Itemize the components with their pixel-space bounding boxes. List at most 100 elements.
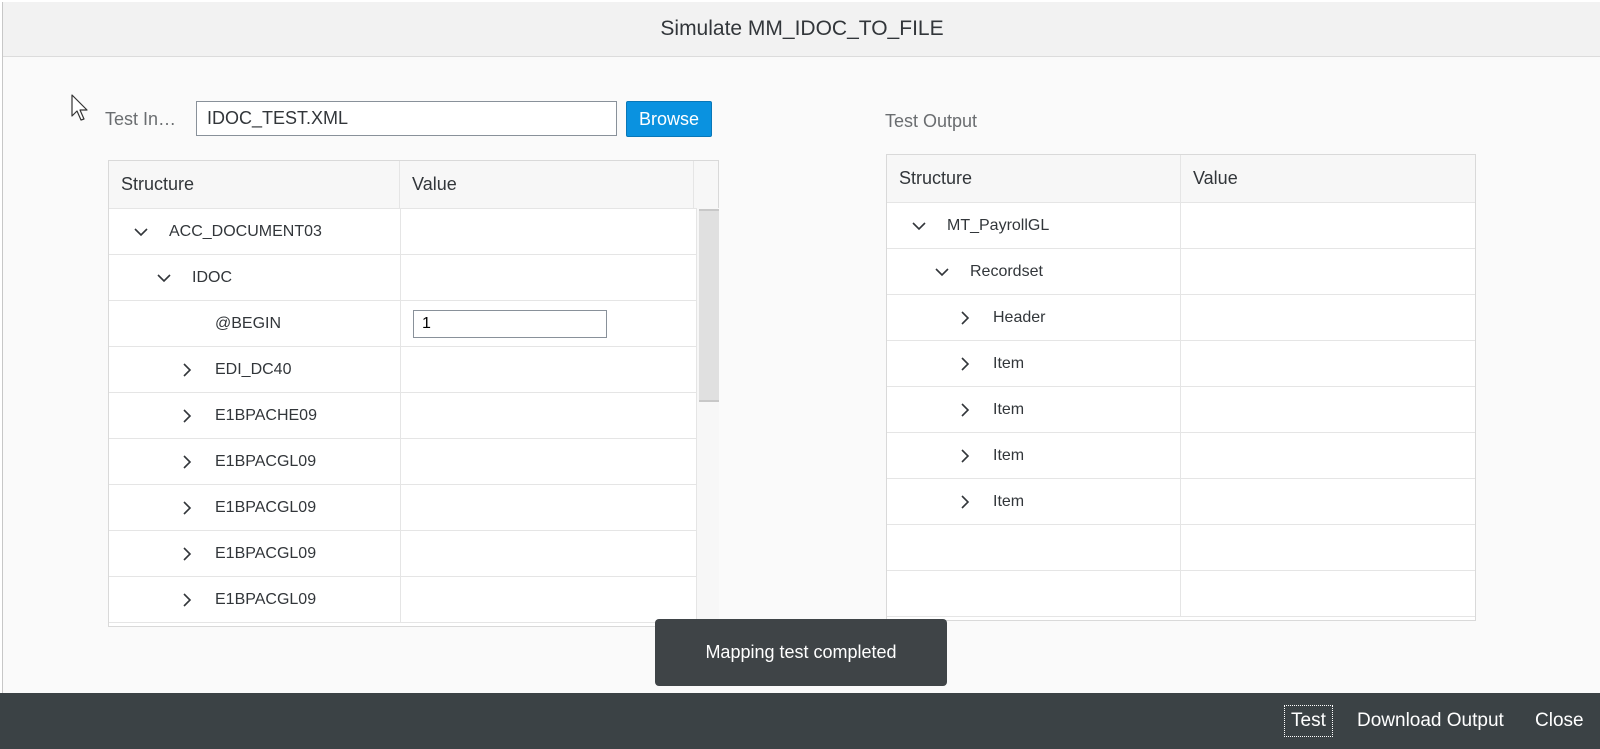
node-label: Item (993, 400, 1025, 418)
value-cell (1181, 433, 1475, 478)
value-cell (1181, 203, 1475, 248)
chevron-right-icon[interactable] (957, 310, 973, 326)
structure-cell: Item (887, 341, 1181, 386)
chevron-right-icon[interactable] (179, 454, 195, 470)
node-label: E1BPACGL09 (215, 498, 317, 516)
structure-cell: Item (887, 479, 1181, 524)
table-row[interactable]: E1BPACGL09 (109, 531, 718, 577)
test-output-table-body: MT_PayrollGL Recordset Header Item Item Item I… (887, 203, 1475, 617)
table-row[interactable]: Header (887, 295, 1475, 341)
table-row[interactable]: ACC_DOCUMENT03 (109, 209, 718, 255)
table-row[interactable]: E1BPACHE09 (109, 393, 718, 439)
value-cell (401, 577, 696, 622)
chevron-right-icon[interactable] (957, 448, 973, 464)
structure-cell: ACC_DOCUMENT03 (109, 209, 401, 254)
value-cell (1181, 479, 1475, 524)
begin-value-input[interactable] (413, 309, 607, 338)
download-output-button[interactable]: Download Output (1350, 705, 1511, 737)
node-label: IDOC (192, 268, 232, 286)
node-label: E1BPACGL09 (215, 544, 317, 562)
structure-cell (887, 571, 1181, 616)
table-row[interactable]: Item (887, 433, 1475, 479)
node-label: Item (993, 446, 1025, 464)
close-button[interactable]: Close (1528, 705, 1591, 737)
table-row[interactable]: E1BPACGL09 (109, 439, 718, 485)
chevron-right-icon[interactable] (957, 494, 973, 510)
table-row[interactable] (887, 525, 1475, 571)
value-cell (1181, 249, 1475, 294)
table-row[interactable]: Item (887, 479, 1475, 525)
structure-cell: MT_PayrollGL (887, 203, 1181, 248)
structure-column-header: Structure (887, 155, 1181, 202)
test-output-label: Test Output (885, 111, 978, 131)
chevron-right-icon[interactable] (179, 408, 195, 424)
scrollbar-thumb[interactable] (699, 209, 719, 402)
table-row[interactable]: Item (887, 387, 1475, 433)
value-cell (1181, 341, 1475, 386)
dialog-title-bar: Simulate MM_IDOC_TO_FILE (3, 2, 1600, 57)
node-label: ACC_DOCUMENT03 (169, 222, 322, 240)
structure-cell: E1BPACGL09 (109, 439, 401, 484)
toast-message: Mapping test completed (655, 619, 947, 686)
structure-cell: E1BPACGL09 (109, 531, 401, 576)
structure-column-header: Structure (109, 161, 401, 208)
chevron-right-icon[interactable] (179, 546, 195, 562)
value-cell (401, 393, 696, 438)
value-cell (401, 347, 696, 392)
table-row[interactable]: Item (887, 341, 1475, 387)
node-label: EDI_DC40 (215, 360, 292, 378)
table-row[interactable]: E1BPACGL09 (109, 577, 718, 623)
chevron-right-icon[interactable] (179, 500, 195, 516)
node-label: E1BPACGL09 (215, 590, 317, 608)
table-row[interactable] (887, 571, 1475, 617)
value-column-header: Value (1193, 168, 1238, 188)
node-label: E1BPACHE09 (215, 406, 317, 424)
test-button[interactable]: Test (1284, 705, 1333, 737)
table-row[interactable]: E1BPACGL09 (109, 485, 718, 531)
value-cell (1181, 571, 1475, 616)
dialog-footer: Test Download Output Close (0, 693, 1600, 749)
table-row[interactable]: IDOC (109, 255, 718, 301)
node-label: Recordset (970, 262, 1043, 280)
node-label: @BEGIN (215, 314, 282, 332)
browse-button[interactable]: Browse (626, 101, 712, 137)
chevron-down-icon[interactable] (133, 224, 149, 240)
test-input-file-field[interactable] (196, 101, 617, 136)
node-label: E1BPACGL09 (215, 452, 317, 470)
chevron-down-icon[interactable] (911, 218, 927, 234)
chevron-right-icon[interactable] (957, 356, 973, 372)
chevron-right-icon[interactable] (179, 592, 195, 608)
value-cell (1181, 387, 1475, 432)
structure-cell: E1BPACGL09 (109, 485, 401, 530)
structure-cell: Recordset (887, 249, 1181, 294)
value-cell (401, 209, 696, 254)
chevron-right-icon[interactable] (957, 402, 973, 418)
test-input-label: Test In… (105, 109, 177, 129)
chevron-right-icon[interactable] (179, 362, 195, 378)
value-cell (401, 531, 696, 576)
value-cell (401, 485, 696, 530)
structure-cell: E1BPACGL09 (109, 577, 401, 622)
chevron-down-icon[interactable] (934, 264, 950, 280)
node-label: MT_PayrollGL (947, 216, 1050, 234)
node-label: Header (993, 308, 1046, 326)
structure-cell: IDOC (109, 255, 401, 300)
vertical-scrollbar[interactable] (696, 208, 719, 626)
table-row[interactable]: MT_PayrollGL (887, 203, 1475, 249)
structure-cell (887, 525, 1181, 570)
structure-cell: Item (887, 433, 1181, 478)
node-label: Item (993, 354, 1025, 372)
test-input-tree-table: Structure Value ACC_DOCUMENT03 IDOC @BEGIN… (108, 160, 719, 627)
test-output-table-header: Structure Value (887, 155, 1475, 203)
structure-cell: E1BPACHE09 (109, 393, 401, 438)
value-cell (401, 301, 696, 346)
dialog-title: Simulate MM_IDOC_TO_FILE (660, 17, 944, 40)
mouse-pointer-icon (71, 94, 88, 121)
table-row[interactable]: @BEGIN (109, 301, 718, 347)
table-row[interactable]: EDI_DC40 (109, 347, 718, 393)
value-cell (401, 255, 696, 300)
test-input-table-header: Structure Value (109, 161, 718, 209)
table-row[interactable]: Recordset (887, 249, 1475, 295)
chevron-down-icon[interactable] (156, 270, 172, 286)
value-cell (401, 439, 696, 484)
